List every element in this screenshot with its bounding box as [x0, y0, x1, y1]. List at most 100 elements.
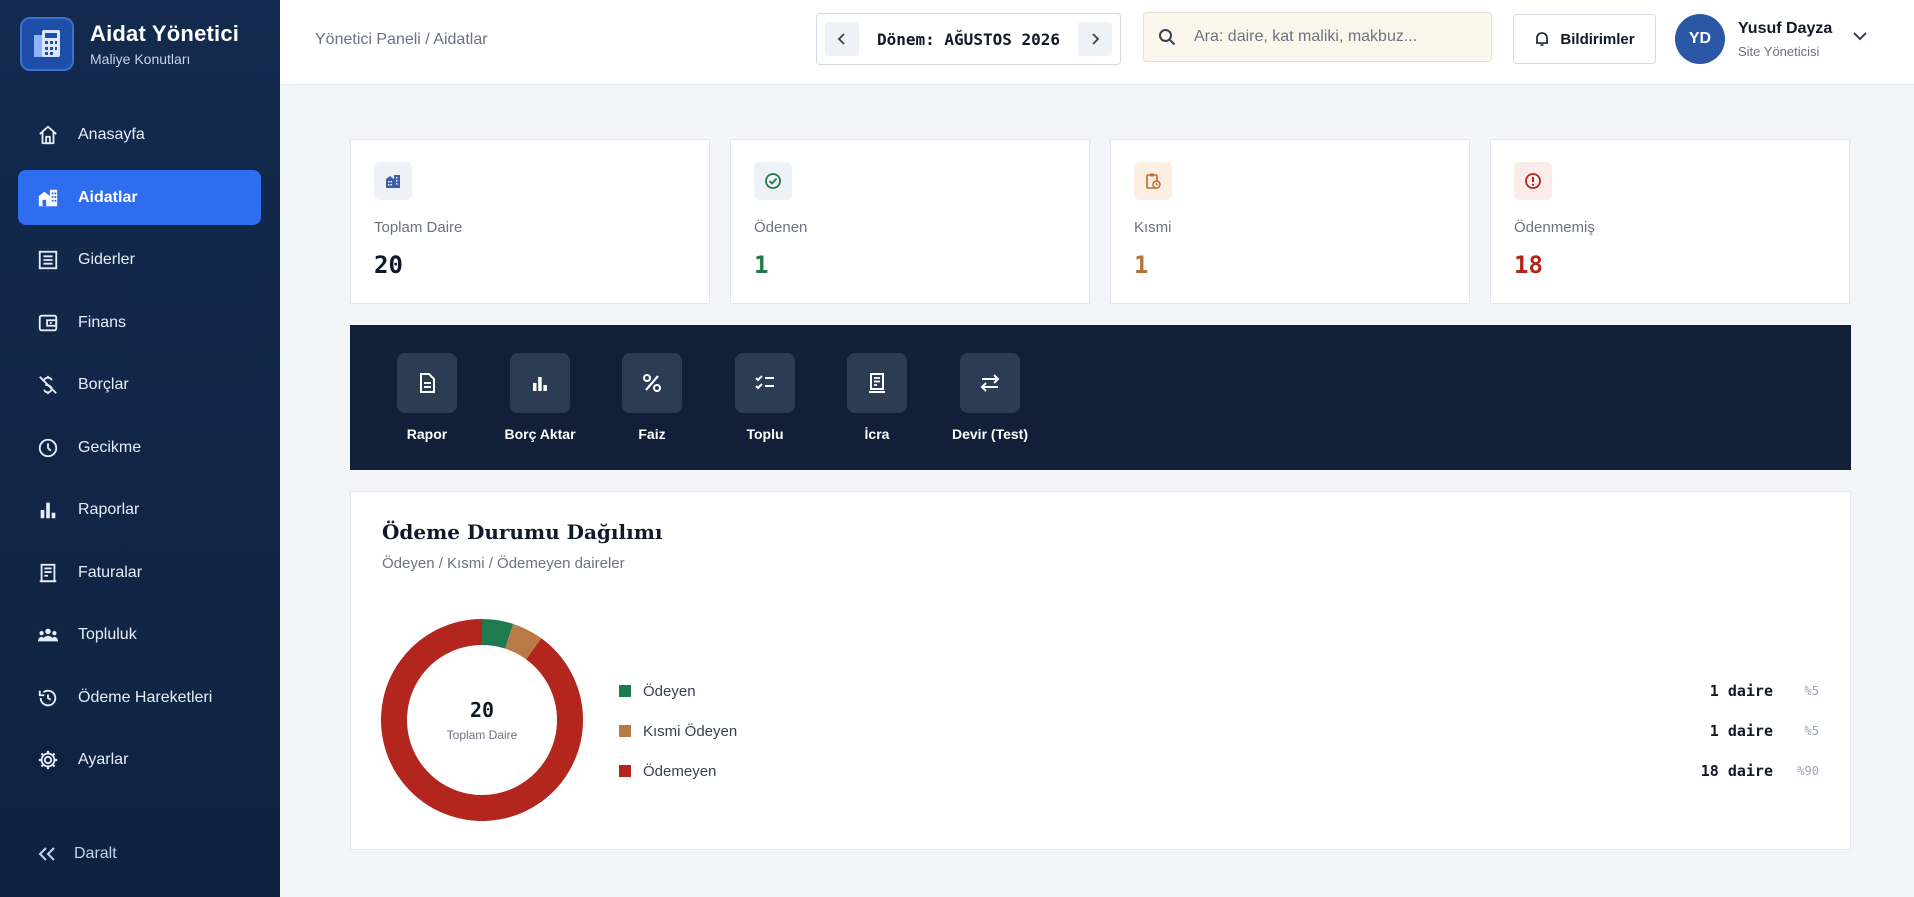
sidebar-item-label: Ödeme Hareketleri — [78, 688, 213, 706]
action-label: Borç Aktar — [504, 426, 576, 442]
legend-count: 1 daire — [1709, 682, 1773, 700]
bell-icon — [1536, 32, 1549, 46]
history-icon — [38, 689, 57, 706]
document-icon — [420, 373, 435, 393]
chevron-down-icon[interactable] — [1852, 30, 1868, 42]
card-icon-wrap — [374, 162, 412, 200]
legend-count: 1 daire — [1709, 722, 1773, 740]
apartment-icon — [386, 175, 400, 188]
card-label: Toplam Daire — [374, 219, 463, 236]
period-next-button[interactable] — [1078, 22, 1112, 56]
card-total-units: Toplam Daire 20 — [350, 139, 710, 304]
action-label: Devir (Test) — [952, 426, 1028, 442]
brand: Aidat Yönetici Maliye Konutları — [0, 0, 280, 88]
calculator-building-icon — [34, 30, 60, 57]
percent-icon — [643, 374, 661, 392]
action-bar: Rapor Borç Aktar Faiz Toplu İcra Devir (… — [350, 325, 1851, 470]
sidebar-item-odeme-hareketleri[interactable]: Ödeme Hareketleri — [18, 670, 261, 725]
sidebar-item-borclar[interactable]: Borçlar — [18, 357, 261, 412]
brand-logo — [20, 17, 74, 71]
sidebar-item-label: Faturalar — [78, 563, 143, 581]
action-toplu-button[interactable]: Toplu — [705, 353, 825, 442]
period-prev-button[interactable] — [825, 22, 859, 56]
search-icon — [1159, 29, 1176, 46]
sidebar: Aidat Yönetici Maliye Konutları Anasayfa… — [0, 0, 280, 897]
collapse-button[interactable]: Daralt — [38, 845, 117, 863]
search-box — [1143, 12, 1492, 62]
invoice-icon — [869, 373, 885, 393]
legend-swatch — [619, 685, 631, 697]
clock-icon — [38, 438, 58, 457]
sidebar-item-finans[interactable]: Finans — [18, 295, 261, 350]
notifications-label: Bildirimler — [1560, 30, 1635, 48]
card-partial: Kısmi 1 — [1110, 139, 1470, 304]
sidebar-item-label: Gecikme — [78, 438, 142, 456]
collapse-label: Daralt — [74, 845, 117, 862]
group-icon — [37, 628, 59, 641]
user-name: Yusuf Dayza — [1738, 20, 1833, 37]
panel-subtitle: Ödeyen / Kısmi / Ödemeyen daireler — [382, 555, 625, 572]
donut-total: 20 — [469, 698, 495, 722]
card-icon-wrap — [754, 162, 792, 200]
card-value: 18 — [1514, 251, 1543, 279]
card-label: Kısmi — [1134, 219, 1172, 236]
sidebar-item-faturalar[interactable]: Faturalar — [18, 545, 261, 600]
card-icon-wrap — [1134, 162, 1172, 200]
action-icon-wrap — [510, 353, 570, 413]
card-paid: Ödenen 1 — [730, 139, 1090, 304]
sidebar-item-anasayfa[interactable]: Anasayfa — [18, 107, 261, 162]
period-label: Dönem: AĞUSTOS 2026 — [876, 29, 1061, 49]
action-icon-wrap — [960, 353, 1020, 413]
card-value: 20 — [374, 251, 403, 279]
avatar[interactable]: YD — [1675, 14, 1725, 64]
action-icra-button[interactable]: İcra — [817, 353, 937, 442]
action-icon-wrap — [397, 353, 457, 413]
notifications-button[interactable]: Bildirimler — [1513, 14, 1656, 64]
home-icon — [39, 125, 57, 144]
legend-name: Kısmi Ödeyen — [643, 722, 738, 740]
sidebar-item-giderler[interactable]: Giderler — [18, 232, 261, 287]
invoice-icon — [39, 563, 57, 582]
sidebar-item-label: Raporlar — [78, 500, 140, 518]
card-unpaid: Ödenmemiş 18 — [1490, 139, 1850, 304]
wallet-icon — [38, 314, 58, 331]
sidebar-item-raporlar[interactable]: Raporlar — [18, 482, 261, 537]
sidebar-item-label: Ayarlar — [78, 750, 129, 768]
legend-percent: %90 — [1797, 764, 1819, 778]
sidebar-item-label: Aidatlar — [78, 188, 138, 206]
search-input[interactable] — [1194, 28, 1454, 46]
action-borc-aktar-button[interactable]: Borç Aktar — [480, 353, 600, 442]
sidebar-item-ayarlar[interactable]: Ayarlar — [18, 732, 261, 787]
card-value: 1 — [1134, 251, 1149, 279]
swap-icon — [980, 374, 1000, 392]
bar-chart-icon — [40, 502, 56, 518]
alert-circle-icon — [1525, 173, 1541, 189]
topbar: Yönetici Paneli / Aidatlar Dönem: AĞUSTO… — [280, 0, 1914, 85]
action-icon-wrap — [847, 353, 907, 413]
receipt-icon — [38, 250, 58, 269]
building-icon — [38, 189, 58, 206]
sidebar-item-gecikme[interactable]: Gecikme — [18, 420, 261, 475]
checklist-icon — [755, 375, 774, 390]
action-icon-wrap — [735, 353, 795, 413]
legend-percent: %5 — [1804, 724, 1819, 738]
period-selector: Dönem: AĞUSTOS 2026 — [816, 13, 1121, 65]
action-icon-wrap — [622, 353, 682, 413]
action-label: Rapor — [406, 426, 448, 442]
gear-icon — [38, 750, 58, 769]
donut-total-label: Toplam Daire — [446, 728, 518, 742]
action-devir-test-button[interactable]: Devir (Test) — [930, 353, 1050, 442]
legend-row-odeyen: Ödeyen 1 daire %5 — [619, 679, 1819, 703]
card-icon-wrap — [1514, 162, 1552, 200]
action-label: İcra — [864, 426, 890, 442]
panel-title: Ödeme Durumu Dağılımı — [382, 520, 663, 544]
card-label: Ödenmemiş — [1514, 219, 1595, 236]
action-rapor-button[interactable]: Rapor — [367, 353, 487, 442]
action-faiz-button[interactable]: Faiz — [592, 353, 712, 442]
sidebar-item-label: Finans — [78, 313, 127, 331]
chevron-right-icon — [1092, 33, 1100, 45]
legend-row-kismi: Kısmi Ödeyen 1 daire %5 — [619, 719, 1819, 743]
action-label: Toplu — [746, 426, 784, 442]
sidebar-item-aidatlar[interactable]: Aidatlar — [18, 170, 261, 225]
sidebar-item-topluluk[interactable]: Topluluk — [18, 607, 261, 662]
